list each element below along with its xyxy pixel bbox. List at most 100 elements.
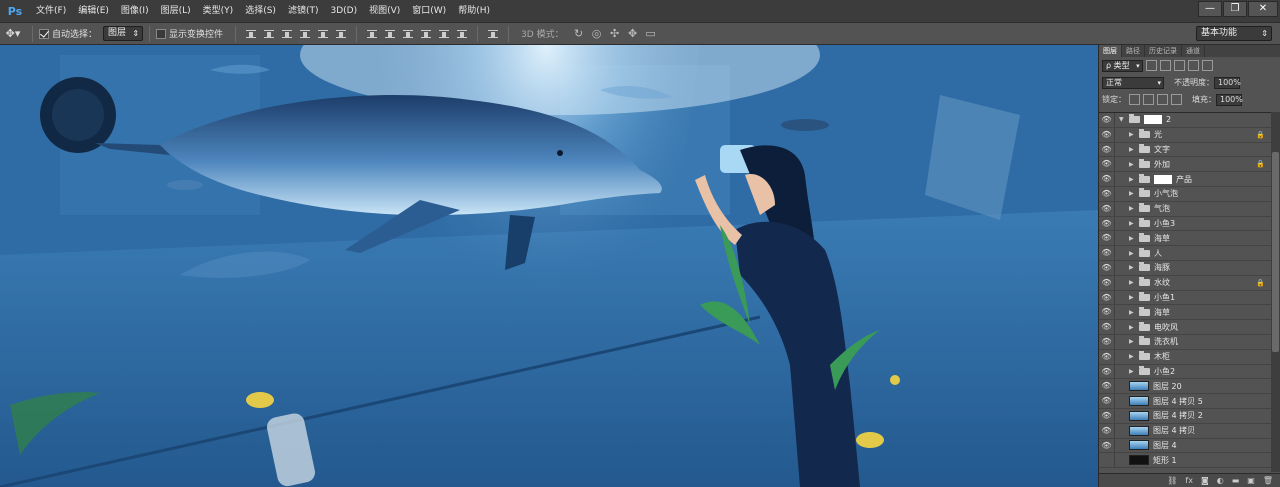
expand-triangle-icon[interactable]: ▶ (1129, 131, 1137, 138)
expand-triangle-icon[interactable]: ▶ (1129, 235, 1137, 242)
layer-row[interactable]: 👁 ▶ 气泡 (1099, 201, 1271, 217)
link-icon[interactable]: ⛓ (1167, 476, 1177, 485)
layer-row[interactable]: 👁 图层 4 拷贝 2 (1099, 408, 1271, 424)
layer-row[interactable]: 👁 ▶ 海草 (1099, 305, 1271, 321)
auto-select-dropdown[interactable]: 图层 (103, 26, 144, 41)
menu-item[interactable]: 滤镜(T) (282, 0, 325, 22)
menu-item[interactable]: 编辑(E) (72, 0, 115, 22)
align-icon[interactable] (297, 27, 313, 41)
visibility-eye-icon[interactable]: 👁 (1099, 423, 1115, 438)
panel-tab[interactable]: 路径 (1122, 45, 1145, 57)
menu-item[interactable]: 图层(L) (155, 0, 197, 22)
filter-adjust-icon[interactable] (1159, 60, 1171, 71)
visibility-eye-icon[interactable]: 👁 (1099, 349, 1115, 364)
layer-scrollbar[interactable] (1271, 112, 1280, 472)
visibility-eye-icon[interactable]: 👁 (1099, 275, 1115, 290)
visibility-eye-icon[interactable]: 👁 (1099, 127, 1115, 142)
layer-row[interactable]: 👁 ▶ 小鱼2 (1099, 364, 1271, 380)
filter-type-dropdown[interactable]: ρ 类型 (1102, 59, 1143, 72)
distribute-icon[interactable] (382, 27, 398, 41)
expand-triangle-icon[interactable]: ▶ (1129, 368, 1137, 375)
workspace-dropdown[interactable]: 基本功能 (1196, 26, 1272, 41)
auto-align-icon[interactable] (485, 27, 501, 41)
layer-row[interactable]: 👁 矩形 1 (1099, 453, 1271, 469)
align-icon[interactable] (333, 27, 349, 41)
visibility-eye-icon[interactable]: 👁 (1099, 157, 1115, 172)
filter-smart-icon[interactable] (1201, 60, 1213, 71)
menu-item[interactable]: 图像(I) (115, 0, 155, 22)
visibility-eye-icon[interactable]: 👁 (1099, 201, 1115, 216)
expand-triangle-icon[interactable]: ▶ (1129, 279, 1137, 286)
visibility-eye-icon[interactable]: 👁 (1099, 320, 1115, 334)
move-tool-icon[interactable]: ✥▾ (0, 25, 26, 43)
layer-mask-thumbnail[interactable] (1144, 115, 1162, 125)
scroll-thumb[interactable] (1272, 152, 1279, 352)
visibility-eye-icon[interactable]: 👁 (1099, 305, 1115, 320)
distribute-icon[interactable] (364, 27, 380, 41)
expand-triangle-icon[interactable]: ▶ (1129, 190, 1137, 197)
layer-row[interactable]: 👁 ▶ 产品 (1099, 172, 1271, 187)
layer-row[interactable]: 👁 ▶ 文字 (1099, 142, 1271, 158)
adjustment-icon[interactable]: ◐ (1217, 476, 1224, 485)
restore-button[interactable]: ❐ (1223, 1, 1247, 17)
new-layer-icon[interactable]: ▣ (1247, 476, 1255, 485)
visibility-eye-icon[interactable]: 👁 (1099, 408, 1115, 423)
layer-row[interactable]: 👁 ▶ 小气泡 (1099, 186, 1271, 202)
visibility-eye-icon[interactable]: 👁 (1099, 453, 1115, 468)
expand-triangle-icon[interactable]: ▶ (1129, 338, 1137, 345)
visibility-eye-icon[interactable]: 👁 (1099, 379, 1115, 394)
layer-row[interactable]: 👁 ▼ 2 (1099, 113, 1271, 128)
expand-triangle-icon[interactable]: ▶ (1129, 176, 1137, 183)
visibility-eye-icon[interactable]: 👁 (1099, 186, 1115, 201)
layer-row[interactable]: 👁 ▶ 电吹风 (1099, 320, 1271, 335)
layer-row[interactable]: 👁 图层 4 (1099, 438, 1271, 454)
align-icon[interactable] (261, 27, 277, 41)
visibility-eye-icon[interactable]: 👁 (1099, 438, 1115, 453)
roll-3d-icon[interactable]: ◎ (588, 27, 606, 41)
lock-all-icon[interactable] (1171, 94, 1182, 105)
fx-icon[interactable]: fx (1185, 476, 1193, 485)
expand-triangle-icon[interactable]: ▶ (1129, 250, 1137, 257)
panel-tab[interactable]: 通道 (1182, 45, 1205, 57)
menu-item[interactable]: 3D(D) (324, 0, 363, 22)
distribute-icon[interactable] (436, 27, 452, 41)
visibility-eye-icon[interactable]: 👁 (1099, 216, 1115, 231)
layer-mask-thumbnail[interactable] (1154, 174, 1172, 184)
close-button[interactable]: ✕ (1248, 1, 1278, 17)
show-transform-checkbox[interactable]: 显示变换控件 (156, 27, 223, 40)
layer-row[interactable]: 👁 ▶ 木柜 (1099, 349, 1271, 365)
slide-3d-icon[interactable]: ✥ (624, 27, 642, 41)
visibility-eye-icon[interactable]: 👁 (1099, 364, 1115, 379)
video-3d-icon[interactable]: ▭ (642, 27, 660, 41)
align-icon[interactable] (243, 27, 259, 41)
panel-tab[interactable]: 历史记录 (1145, 45, 1182, 57)
visibility-eye-icon[interactable]: 👁 (1099, 394, 1115, 408)
expand-triangle-icon[interactable]: ▶ (1129, 161, 1137, 168)
expand-triangle-icon[interactable]: ▶ (1129, 264, 1137, 271)
trash-icon[interactable]: 🗑 (1263, 476, 1273, 485)
visibility-eye-icon[interactable]: 👁 (1099, 172, 1115, 186)
expand-triangle-icon[interactable]: ▶ (1129, 324, 1137, 331)
visibility-eye-icon[interactable]: 👁 (1099, 231, 1115, 246)
filter-image-icon[interactable] (1145, 60, 1157, 71)
menu-item[interactable]: 帮助(H) (452, 0, 496, 22)
visibility-eye-icon[interactable]: 👁 (1099, 290, 1115, 305)
lock-position-icon[interactable] (1157, 94, 1168, 105)
menu-item[interactable]: 文件(F) (30, 0, 72, 22)
folder-icon[interactable]: ▬ (1232, 476, 1240, 485)
layer-row[interactable]: 👁 图层 4 拷贝 (1099, 423, 1271, 439)
layer-row[interactable]: 👁 图层 20 (1099, 379, 1271, 395)
filter-shape-icon[interactable] (1187, 60, 1199, 71)
panel-tab[interactable]: 图层 (1099, 45, 1122, 57)
auto-select-checkbox[interactable]: 自动选择： (39, 27, 97, 40)
layer-row[interactable]: 👁 ▶ 洗衣机 (1099, 334, 1271, 350)
menu-item[interactable]: 类型(Y) (197, 0, 240, 22)
layer-row[interactable]: 👁 图层 4 拷贝 5 (1099, 394, 1271, 409)
visibility-eye-icon[interactable]: 👁 (1099, 246, 1115, 260)
rotate-3d-icon[interactable]: ↻ (570, 27, 588, 41)
layer-row[interactable]: 👁 ▶ 人 (1099, 246, 1271, 261)
align-icon[interactable] (315, 27, 331, 41)
expand-triangle-icon[interactable]: ▶ (1129, 220, 1137, 227)
layer-row[interactable]: 👁 ▶ 光 🔒 (1099, 127, 1271, 143)
expand-triangle-icon[interactable]: ▶ (1129, 309, 1137, 316)
